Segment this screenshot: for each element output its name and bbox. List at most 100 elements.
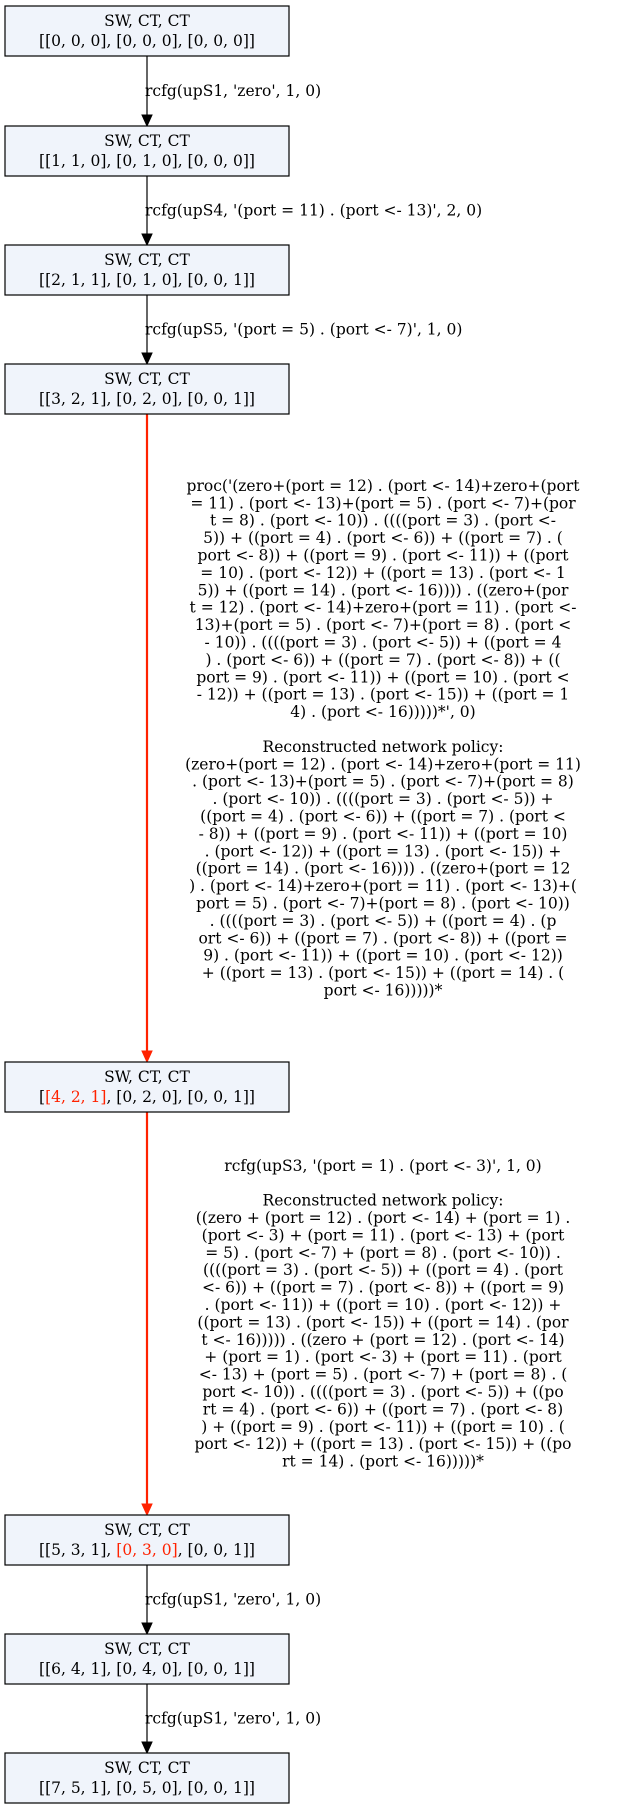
state-node-counters: [[0, 0, 0], [0, 0, 0], [0, 0, 0]] bbox=[39, 32, 255, 50]
transition-label-line: - 8)) + ((port = 9) . (port <- 11)) + ((… bbox=[199, 825, 568, 843]
transition-edge: rcfg(upS1, 'zero', 1, 0) bbox=[141, 1565, 321, 1636]
transition-label: rcfg(upS5, '(port = 5) . (port <- 7)', 1… bbox=[145, 321, 462, 339]
counter-text: [[2, 1, 1], [0, 1, 0], [0, 0, 1]] bbox=[39, 271, 255, 289]
transition-label-line: . (port <- 13)+(port = 5) . (port <- 7)+… bbox=[192, 773, 574, 791]
transition-label-line: proc('(zero+(port = 12) . (port <- 14)+z… bbox=[187, 477, 581, 495]
arrowhead-icon bbox=[141, 1741, 153, 1755]
state-node-title: SW, CT, CT bbox=[104, 251, 190, 269]
counter-text: , [0, 0, 1]] bbox=[178, 1541, 255, 1559]
state-node: SW, CT, CT [[2, 1, 1], [0, 1, 0], [0, 0, … bbox=[4, 244, 290, 296]
state-node-counters: [[2, 1, 1], [0, 1, 0], [0, 0, 1]] bbox=[39, 271, 255, 289]
transition-label-line: ((zero + (port = 12) . (port <- 14) + (p… bbox=[196, 1209, 571, 1227]
transition-edge: proc('(zero+(port = 12) . (port <- 14)+z… bbox=[141, 414, 581, 1064]
transition-label-line: (port <- 3) + (port = 11) . (port <- 13)… bbox=[202, 1226, 565, 1244]
state-node: SW, CT, CT [[5, 3, 1], [0, 3, 0], [0, 0, … bbox=[4, 1514, 290, 1566]
changed-counter: [4, 2, 1] bbox=[45, 1088, 106, 1106]
state-node-title: SW, CT, CT bbox=[104, 12, 190, 30]
state-node: SW, CT, CT [[3, 2, 1], [0, 2, 0], [0, 0, … bbox=[4, 363, 290, 415]
transition-label-line: . (port <- 10)) . ((((port = 3) . (port … bbox=[213, 790, 554, 808]
state-node-counters: [[1, 1, 0], [0, 1, 0], [0, 0, 0]] bbox=[39, 152, 255, 170]
state-node-counters: [[5, 3, 1], [0, 3, 0], [0, 0, 1]] bbox=[39, 1541, 255, 1559]
transition-label-line: . (port <- 12)) + ((port = 13) . (port <… bbox=[205, 842, 562, 860]
transition-label-line: Reconstructed network policy: bbox=[263, 738, 504, 756]
transition-label-line: <- 6)) + ((port = 7) . (port <- 8)) + ((… bbox=[202, 1279, 564, 1297]
transition-label-line: = 10) . (port <- 12)) + ((port = 13) . (… bbox=[200, 564, 565, 582]
transition-label-line: (zero+(port = 12) . (port <- 14)+zero+(p… bbox=[185, 755, 581, 773]
transition-label-line: + (port = 1) . (port <- 3) + (port = 11)… bbox=[204, 1348, 562, 1366]
transition-edge: rcfg(upS4, '(port = 11) . (port <- 13)',… bbox=[141, 176, 482, 247]
transition-edge: rcfg(upS1, 'zero', 1, 0) bbox=[141, 56, 321, 128]
state-node-counters: [[3, 2, 1], [0, 2, 0], [0, 0, 1]] bbox=[39, 390, 255, 408]
transition-label-line: t <- 16))))) . ((zero + (port = 12) . (p… bbox=[201, 1331, 564, 1349]
transition-label-line: 5)) + ((port = 4) . (port <- 6)) + ((por… bbox=[203, 529, 563, 547]
transition-edge: rcfg(upS5, '(port = 5) . (port <- 7)', 1… bbox=[141, 295, 462, 366]
transition-label: proc('(zero+(port = 12) . (port <- 14)+z… bbox=[185, 477, 581, 1000]
changed-counter: [0, 3, 0] bbox=[116, 1541, 177, 1559]
arrowhead-icon bbox=[141, 352, 153, 366]
state-node: SW, CT, CT [[6, 4, 1], [0, 4, 0], [0, 0, … bbox=[4, 1633, 290, 1685]
transition-label-line: rt = 14) . (port <- 16)))))* bbox=[282, 1453, 484, 1471]
transition-label-line: port = 5) . (port <- 7)+(port = 8) . (po… bbox=[196, 895, 570, 913]
state-node-counters: [[4, 2, 1], [0, 2, 0], [0, 0, 1]] bbox=[39, 1088, 255, 1106]
counter-text: [[7, 5, 1], [0, 5, 0], [0, 0, 1]] bbox=[39, 1779, 255, 1797]
state-node: SW, CT, CT [[4, 2, 1], [0, 2, 0], [0, 0, … bbox=[4, 1061, 290, 1113]
counter-text: [[3, 2, 1], [0, 2, 0], [0, 0, 1]] bbox=[39, 390, 255, 408]
state-node-title: SW, CT, CT bbox=[104, 132, 190, 150]
transition-label-line: port = 9) . (port <- 11)) + ((port = 10)… bbox=[196, 668, 569, 686]
transition-label-line: ((port = 4) . (port <- 6)) + ((port = 7)… bbox=[200, 808, 566, 826]
transition-label-line: 4) . (port <- 16)))))*', 0) bbox=[290, 703, 475, 721]
transition-label: rcfg(upS1, 'zero', 1, 0) bbox=[145, 82, 321, 100]
transition-label-line: - 12)) + ((port = 13) . (port <- 15)) + … bbox=[197, 686, 570, 704]
transition-label-line: ort <- 6)) + ((port = 7) . (port <- 8)) … bbox=[198, 929, 567, 947]
transition-label-line: rt = 4) . (port <- 6)) + ((port = 7) . (… bbox=[203, 1400, 563, 1418]
transition-label-line: port <- 16)))))* bbox=[324, 982, 443, 1000]
transition-label-line: port <- 8)) + ((port = 9) . (port <- 11)… bbox=[198, 547, 570, 565]
arrowhead-icon bbox=[141, 1050, 153, 1064]
transition-label-line: 9) . (port <- 11)) + ((port = 10) . (por… bbox=[203, 947, 563, 965]
transition-label-line: t = 8) . (port <- 10)) . ((((port = 3) .… bbox=[210, 512, 556, 530]
counter-text: [[6, 4, 1], [0, 4, 0], [0, 0, 1]] bbox=[39, 1660, 255, 1678]
transition-label-line: port <- 10)) . ((((port = 3) . (port <- … bbox=[202, 1383, 563, 1401]
counter-text: , [0, 2, 0], [0, 0, 1]] bbox=[106, 1088, 255, 1106]
transition-label: rcfg(upS1, 'zero', 1, 0) bbox=[145, 1591, 321, 1609]
transition-label-line: - 10)) . ((((port = 3) . (port <- 5)) + … bbox=[205, 634, 562, 652]
counter-text: [[5, 3, 1], bbox=[39, 1541, 116, 1559]
transition-label-line: = 5) . (port <- 7) + (port = 8) . (port … bbox=[205, 1244, 561, 1262]
state-node-title: SW, CT, CT bbox=[104, 370, 190, 388]
state-node-counters: [[6, 4, 1], [0, 4, 0], [0, 0, 1]] bbox=[39, 1660, 255, 1678]
state-node-counters: [[7, 5, 1], [0, 5, 0], [0, 0, 1]] bbox=[39, 1779, 255, 1797]
transition-label-line: rcfg(upS1, 'zero', 1, 0) bbox=[145, 1591, 321, 1609]
transition-label-line: rcfg(upS3, '(port = 1) . (port <- 3)', 1… bbox=[224, 1157, 541, 1175]
transition-label-line: <- 13) + (port = 5) . (port <- 7) + (por… bbox=[199, 1366, 568, 1384]
state-transition-diagram: rcfg(upS1, 'zero', 1, 0) rcfg(upS4, '(por… bbox=[4, 5, 581, 1804]
arrowhead-icon bbox=[141, 1503, 153, 1517]
state-node: SW, CT, CT [[1, 1, 0], [0, 1, 0], [0, 0, … bbox=[4, 125, 290, 177]
arrowhead-icon bbox=[141, 233, 153, 247]
transition-label-line: rcfg(upS1, 'zero', 1, 0) bbox=[145, 1710, 321, 1728]
transition-label-line: . ((((port = 3) . (port <- 5)) + ((port … bbox=[210, 912, 557, 930]
counter-text: [[0, 0, 0], [0, 0, 0], [0, 0, 0]] bbox=[39, 32, 255, 50]
transition-label: rcfg(upS1, 'zero', 1, 0) bbox=[145, 1710, 321, 1728]
transition-label-line: = 11) . (port <- 13)+(port = 5) . (port … bbox=[190, 494, 576, 512]
transition-label-line: 13)+(port = 5) . (port <- 7)+(port = 8) … bbox=[195, 616, 571, 634]
transition-label: rcfg(upS4, '(port = 11) . (port <- 13)',… bbox=[145, 202, 482, 220]
arrowhead-icon bbox=[141, 1622, 153, 1636]
transition-label: rcfg(upS3, '(port = 1) . (port <- 3)', 1… bbox=[194, 1157, 571, 1471]
transition-label-line: 5)) + ((port = 14) . (port <- 16)))) . (… bbox=[198, 581, 569, 599]
transition-label-line: Reconstructed network policy: bbox=[263, 1192, 504, 1210]
state-node-title: SW, CT, CT bbox=[104, 1640, 190, 1658]
transition-label-line: ) + ((port = 9) . (port <- 11)) + ((port… bbox=[201, 1418, 565, 1436]
transition-label-line: ) . (port <- 14)+zero+(port = 11) . (por… bbox=[189, 877, 577, 895]
transition-label-line: rcfg(upS5, '(port = 5) . (port <- 7)', 1… bbox=[145, 321, 462, 339]
transition-label-line: t = 12) . (port <- 14)+zero+(port = 11) … bbox=[190, 599, 577, 617]
state-node: SW, CT, CT [[0, 0, 0], [0, 0, 0], [0, 0, … bbox=[4, 5, 290, 57]
transition-label-line: ) . (port <- 6)) + ((port = 7) . (port <… bbox=[205, 651, 560, 669]
state-node-title: SW, CT, CT bbox=[104, 1068, 190, 1086]
state-node: SW, CT, CT [[7, 5, 1], [0, 5, 0], [0, 0, … bbox=[4, 1752, 290, 1804]
edges-layer: rcfg(upS1, 'zero', 1, 0) rcfg(upS4, '(por… bbox=[141, 56, 581, 1755]
transition-label-line: port <- 12)) + ((port = 13) . (port <- 1… bbox=[194, 1435, 571, 1453]
transition-edge: rcfg(upS1, 'zero', 1, 0) bbox=[141, 1684, 321, 1755]
state-node-title: SW, CT, CT bbox=[104, 1521, 190, 1539]
transition-label-line: ((port = 14) . (port <- 16)))) . ((zero+… bbox=[196, 860, 571, 878]
transition-label-line: + ((port = 13) . (port <- 15)) + ((port … bbox=[202, 964, 564, 982]
